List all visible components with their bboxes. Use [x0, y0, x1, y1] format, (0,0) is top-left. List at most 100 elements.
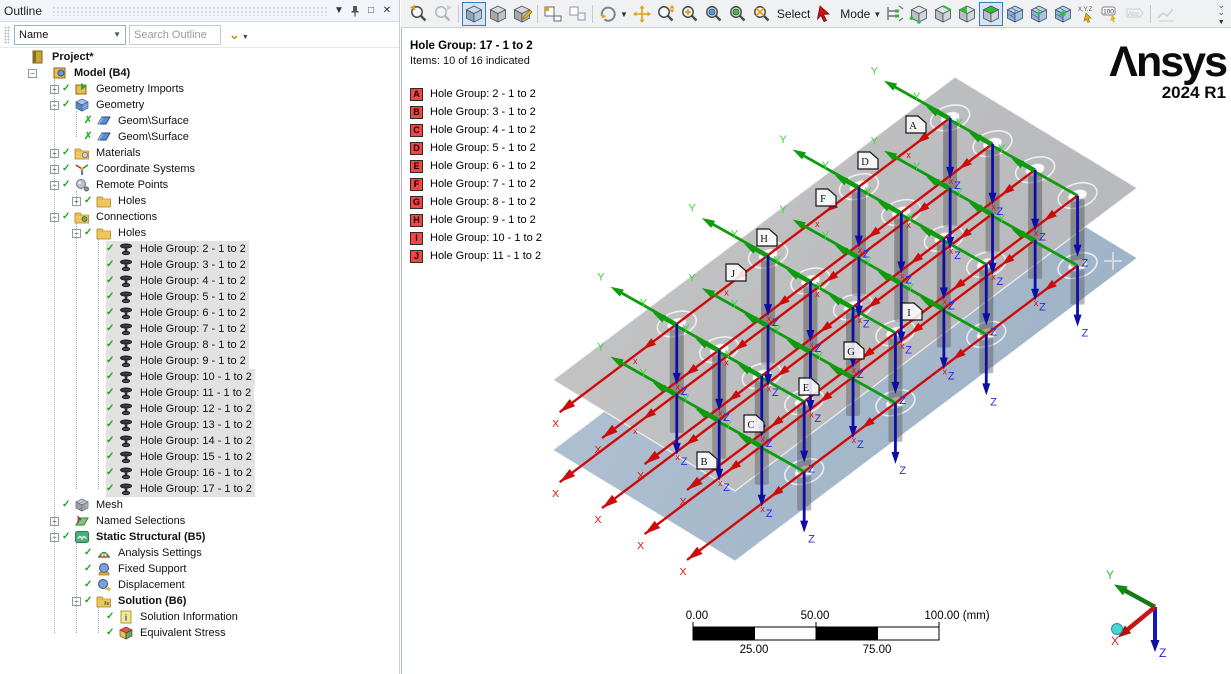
panel-close-icon[interactable]: ✕	[379, 3, 395, 19]
tree-item-solution-information[interactable]: ✓iSolution Information	[94, 609, 241, 625]
chart-button[interactable]	[1154, 2, 1178, 26]
tree-item-model-b4[interactable]: −Model (B4)	[28, 65, 133, 81]
tree-item-named-selections[interactable]: +Named Selections	[50, 513, 188, 529]
tree-item-displacement[interactable]: ✓Displacement	[72, 577, 188, 593]
manage-views-button[interactable]	[510, 2, 534, 26]
label-annotation-button[interactable]: Abc	[1123, 2, 1147, 26]
search-options-caret-icon[interactable]: ▼	[242, 34, 249, 41]
expand-search-chevron-icon[interactable]: ⌄	[229, 27, 240, 43]
search-outline-input[interactable]: Search Outline	[129, 25, 221, 45]
svg-text:Z: Z	[997, 206, 1004, 218]
orientation-triad[interactable]: ZYX	[1106, 568, 1166, 660]
tree-item-hole-group-17-1-to-2[interactable]: ✓Hole Group: 17 - 1 to 2	[94, 481, 255, 497]
zoom-fit-button[interactable]	[702, 2, 726, 26]
mode-dropdown[interactable]: ▼	[873, 8, 883, 20]
zoom-button[interactable]	[654, 2, 678, 26]
tree-item-project[interactable]: Project*	[6, 49, 97, 65]
rotate-button[interactable]	[596, 2, 620, 26]
svg-text:Y: Y	[640, 367, 648, 379]
tree-item-coordinate-systems[interactable]: +✓Coordinate Systems	[50, 161, 198, 177]
viewport-selection-title: Hole Group: 17 - 1 to 2	[410, 40, 533, 52]
select-named-selection-button[interactable]	[883, 2, 907, 26]
rotate-dropdown[interactable]: ▼	[620, 8, 630, 20]
tree-item-connections[interactable]: −✓Connections	[50, 209, 160, 225]
tree-item-hole-group-11-1-to-2[interactable]: ✓Hole Group: 11 - 1 to 2	[94, 385, 254, 401]
tree-item-hole-group-9-1-to-2[interactable]: ✓Hole Group: 9 - 1 to 2	[94, 353, 249, 369]
status-check-icon: ✓	[106, 625, 117, 641]
box-zoom-button[interactable]	[678, 2, 702, 26]
zoom-to-selection-button[interactable]	[726, 2, 750, 26]
mode-label[interactable]: Mode	[837, 7, 873, 21]
tree-item-materials[interactable]: +✓Materials	[50, 145, 144, 161]
tree-item-geometry[interactable]: −✓Geometry	[50, 97, 147, 113]
tree-item-label: Hole Group: 2 - 1 to 2	[137, 241, 249, 257]
tree-item-label: Hole Group: 3 - 1 to 2	[137, 257, 249, 273]
status-check-icon: ✓	[106, 305, 117, 321]
tree-item-holes[interactable]: −✓Holes	[72, 225, 149, 241]
model-icon	[52, 66, 68, 80]
outline-tree: Project*−Model (B4)+✓Geometry Imports−✓G…	[0, 48, 399, 674]
tree-item-hole-group-4-1-to-2[interactable]: ✓Hole Group: 4 - 1 to 2	[94, 273, 249, 289]
panel-maximize-icon[interactable]: □	[363, 3, 379, 19]
connections-icon	[74, 210, 90, 224]
select-face-hidden-button[interactable]	[955, 2, 979, 26]
graphics-toolbar: ▼SelectMode▼X,Y,Z100Abc⌄⌄▼	[401, 0, 1231, 28]
tree-item-static-structural-b5[interactable]: −✓Static Structural (B5)	[50, 529, 208, 545]
svg-text:Y: Y	[597, 271, 605, 283]
new-section-plane-button[interactable]	[541, 2, 565, 26]
tree-item-solution-b6[interactable]: −✓Solution (B6)	[72, 593, 189, 609]
tree-item-geometry-imports[interactable]: +✓Geometry Imports	[50, 81, 187, 97]
select-edge-button[interactable]	[931, 2, 955, 26]
panel-pin-icon[interactable]	[347, 3, 363, 19]
tree-item-mesh[interactable]: ✓Mesh	[50, 497, 126, 513]
pan-button[interactable]	[630, 2, 654, 26]
select-element-button[interactable]	[1051, 2, 1075, 26]
unit-convert-button[interactable]: 100	[1099, 2, 1123, 26]
tree-item-hole-group-6-1-to-2[interactable]: ✓Hole Group: 6 - 1 to 2	[94, 305, 249, 321]
svg-text:x: x	[949, 176, 954, 186]
select-node-button[interactable]	[1027, 2, 1051, 26]
graphics-viewport[interactable]: xxxxXxxxxXxxxxXxxxxXxxxxXxxxxXxxxxXxxxxX…	[401, 28, 1231, 674]
tree-item-analysis-settings[interactable]: ✓Analysis Settings	[72, 545, 205, 561]
legend-label: Hole Group: 9 - 1 to 2	[430, 214, 536, 226]
filter-field-combobox[interactable]: Name ▼	[14, 25, 126, 45]
select-body-button[interactable]	[1003, 2, 1027, 26]
status-check-icon: ✓	[62, 497, 73, 513]
tree-item-hole-group-12-1-to-2[interactable]: ✓Hole Group: 12 - 1 to 2	[94, 401, 255, 417]
tree-item-hole-group-14-1-to-2[interactable]: ✓Hole Group: 14 - 1 to 2	[94, 433, 255, 449]
tree-item-hole-group-8-1-to-2[interactable]: ✓Hole Group: 8 - 1 to 2	[94, 337, 249, 353]
panel-dropdown-icon[interactable]: ▼	[331, 3, 347, 19]
view-gray-cube-button[interactable]	[486, 2, 510, 26]
tree-item-hole-group-10-1-to-2[interactable]: ✓Hole Group: 10 - 1 to 2	[94, 369, 255, 385]
tree-item-hole-group-15-1-to-2[interactable]: ✓Hole Group: 15 - 1 to 2	[94, 449, 255, 465]
select-label[interactable]: Select	[774, 7, 813, 21]
tree-item-label: Geom\Surface	[115, 129, 192, 145]
tree-item-hole-group-13-1-to-2[interactable]: ✓Hole Group: 13 - 1 to 2	[94, 417, 255, 433]
zoom-forward-button[interactable]	[431, 2, 455, 26]
scale-bar: 0.0050.00100.00 (mm)25.0075.00	[686, 610, 990, 656]
iso-view-button[interactable]	[462, 2, 486, 26]
tree-item-geom-surface[interactable]: ✗Geom\Surface	[72, 129, 192, 145]
select-face-button[interactable]	[979, 2, 1003, 26]
status-check-icon: ✓	[106, 273, 117, 289]
coordinate-picker-button[interactable]: X,Y,Z	[1075, 2, 1099, 26]
new-figure-button[interactable]	[565, 2, 589, 26]
tree-item-hole-group-2-1-to-2[interactable]: ✓Hole Group: 2 - 1 to 2	[94, 241, 249, 257]
tree-item-hole-group-5-1-to-2[interactable]: ✓Hole Group: 5 - 1 to 2	[94, 289, 249, 305]
tree-item-hole-group-16-1-to-2[interactable]: ✓Hole Group: 16 - 1 to 2	[94, 465, 255, 481]
zoom-back-button[interactable]	[407, 2, 431, 26]
select-cursor-icon[interactable]	[813, 2, 837, 26]
tree-item-hole-group-7-1-to-2[interactable]: ✓Hole Group: 7 - 1 to 2	[94, 321, 249, 337]
select-vertex-button[interactable]	[907, 2, 931, 26]
tree-item-remote-points[interactable]: −✓Remote Points	[50, 177, 171, 193]
magnifier-window-button[interactable]	[750, 2, 774, 26]
toolbar-overflow-chevrons-icon[interactable]: ⌄⌄▼	[1217, 2, 1229, 26]
tree-item-equivalent-stress[interactable]: ✓Equivalent Stress	[94, 625, 229, 641]
tree-item-holes[interactable]: +✓Holes	[72, 193, 149, 209]
viewport-header: Hole Group: 17 - 1 to 2 Items: 10 of 16 …	[410, 40, 533, 67]
tree-item-label: Hole Group: 10 - 1 to 2	[137, 369, 255, 385]
tree-item-geom-surface[interactable]: ✗Geom\Surface	[72, 113, 192, 129]
tree-expander-collapse[interactable]: −	[28, 69, 37, 78]
tree-item-hole-group-3-1-to-2[interactable]: ✓Hole Group: 3 - 1 to 2	[94, 257, 249, 273]
tree-item-fixed-support[interactable]: ✓Fixed Support	[72, 561, 189, 577]
